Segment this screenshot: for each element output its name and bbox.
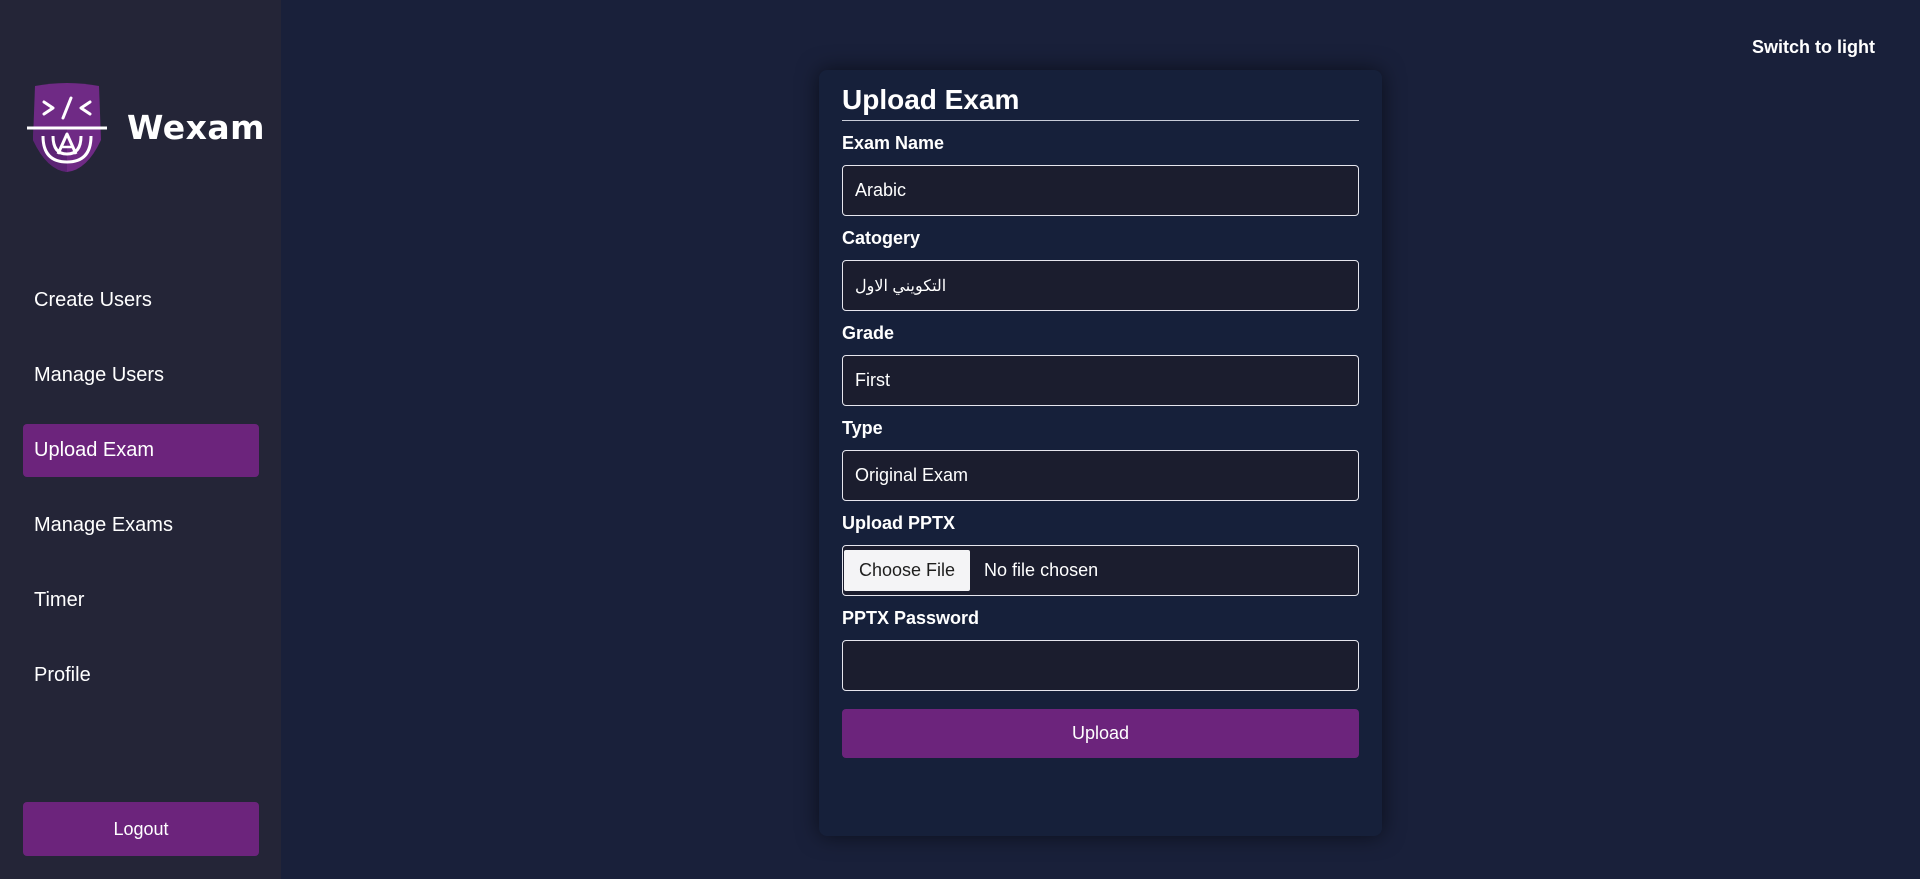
pptx-password-input[interactable]	[842, 640, 1359, 691]
grade-input[interactable]: First	[842, 355, 1359, 406]
code-shield-logo-icon	[27, 83, 107, 172]
logout-button[interactable]: Logout	[23, 802, 259, 856]
exam-name-input[interactable]: Arabic	[842, 165, 1359, 216]
category-value: التكويني الاول	[855, 277, 947, 295]
sidebar-item-profile[interactable]: Profile	[23, 649, 259, 702]
sidebar-item-manage-exams[interactable]: Manage Exams	[23, 499, 259, 552]
type-label: Type	[842, 418, 883, 438]
sidebar-nav: Create Users Manage Users Upload Exam Ma…	[23, 274, 259, 724]
type-input[interactable]: Original Exam	[842, 450, 1359, 501]
sidebar-item-timer[interactable]: Timer	[23, 574, 259, 627]
brand: Wexam	[27, 82, 265, 172]
exam-name-label: Exam Name	[842, 133, 945, 153]
exam-name-value: Arabic	[855, 180, 907, 200]
category-input[interactable]: التكويني الاول	[842, 260, 1359, 311]
choose-file-button[interactable]: Choose File	[844, 550, 971, 591]
page-title: Upload Exam	[842, 84, 1359, 121]
pptx-password-label: PPTX Password	[842, 608, 980, 628]
pptx-file-input[interactable]: Choose File No file chosen	[842, 545, 1359, 596]
type-value: Original Exam	[855, 465, 969, 485]
sidebar: Wexam Create Users Manage Users Upload E…	[0, 0, 281, 879]
upload-button[interactable]: Upload	[842, 709, 1359, 758]
sidebar-item-create-users[interactable]: Create Users	[23, 274, 259, 327]
file-status-text: No file chosen	[984, 560, 1099, 580]
sidebar-item-upload-exam[interactable]: Upload Exam	[23, 424, 259, 477]
category-label: Catogery	[842, 228, 921, 248]
upload-pptx-label: Upload PPTX	[842, 513, 956, 533]
grade-value: First	[855, 370, 890, 390]
grade-label: Grade	[842, 323, 895, 343]
brand-name: Wexam	[127, 107, 266, 147]
theme-toggle-button[interactable]: Switch to light	[1752, 37, 1875, 58]
upload-exam-card: Upload Exam Exam Name Arabic Catogery ال…	[819, 70, 1382, 836]
sidebar-item-manage-users[interactable]: Manage Users	[23, 349, 259, 402]
